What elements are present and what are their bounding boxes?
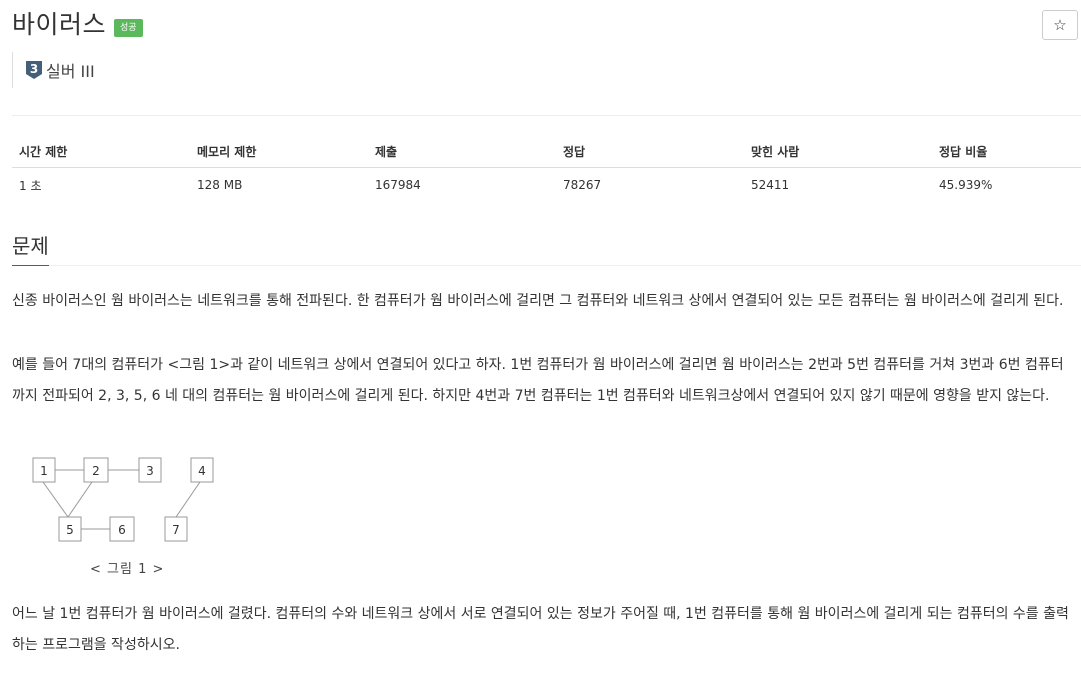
header-time-limit: 시간 제한 xyxy=(12,136,190,168)
header-accepted: 정답 xyxy=(556,136,744,168)
header-solved-users: 맞힌 사람 xyxy=(744,136,932,168)
problem-paragraph-1: 신종 바이러스인 웜 바이러스는 네트워크를 통해 전파된다. 한 컴퓨터가 웜… xyxy=(12,293,1064,309)
figure-caption: < 그림 1 > xyxy=(90,562,165,577)
divider xyxy=(12,115,1081,116)
table-row: 1 초 128 MB 167984 78267 52411 45.939% xyxy=(12,168,1081,203)
section-divider xyxy=(49,265,1081,266)
problem-paragraph-2: 예를 들어 7대의 컴퓨터가 <그림 1>과 같이 네트워크 상에서 연결되어 … xyxy=(12,357,1064,404)
star-icon: ☆ xyxy=(1053,16,1067,34)
tier-label: 실버 III xyxy=(46,62,95,81)
solved-users-value: 52411 xyxy=(751,178,790,192)
result-badge: 성공 xyxy=(114,19,143,37)
node-label-4: 4 xyxy=(198,464,206,478)
memory-limit-value: 128 MB xyxy=(197,178,243,192)
table-header-row: 시간 제한 메모리 제한 제출 정답 맞힌 사람 정답 비율 xyxy=(12,136,1081,168)
tier-number: 3 xyxy=(30,62,38,76)
problem-paragraph-3: 어느 날 1번 컴퓨터가 웜 바이러스에 걸렸다. 컴퓨터의 수와 네트워크 상… xyxy=(12,606,1069,653)
node-label-3: 3 xyxy=(146,464,154,478)
header-submissions: 제출 xyxy=(368,136,556,168)
header-accept-ratio: 정답 비율 xyxy=(932,136,1081,168)
header-memory-limit: 메모리 제한 xyxy=(190,136,368,168)
tier-info: 3 실버 III xyxy=(12,52,95,88)
edge-2-5 xyxy=(67,481,93,518)
star-button[interactable]: ☆ xyxy=(1042,10,1078,40)
accepted-value: 78267 xyxy=(563,178,602,192)
node-label-2: 2 xyxy=(92,464,100,478)
problem-title: 바이러스 xyxy=(12,10,107,39)
submissions-value: 167984 xyxy=(375,178,421,192)
node-label-6: 6 xyxy=(118,523,126,537)
edge-1-5 xyxy=(42,481,69,518)
accept-ratio-value: 45.939% xyxy=(939,178,993,192)
network-diagram: 1 2 3 4 5 6 7 xyxy=(32,457,214,542)
problem-info-table: 시간 제한 메모리 제한 제출 정답 맞힌 사람 정답 비율 1 초 128 M… xyxy=(12,136,1081,202)
tier-icon: 3 xyxy=(26,61,42,79)
section-underline xyxy=(12,265,49,266)
time-limit-value: 1 초 xyxy=(19,178,42,193)
node-label-7: 7 xyxy=(172,523,180,537)
edge-4-7 xyxy=(175,481,201,518)
section-title-problem: 문제 xyxy=(12,234,49,258)
node-label-1: 1 xyxy=(40,464,48,478)
node-label-5: 5 xyxy=(66,523,74,537)
title-row: 바이러스 성공 xyxy=(12,8,143,42)
